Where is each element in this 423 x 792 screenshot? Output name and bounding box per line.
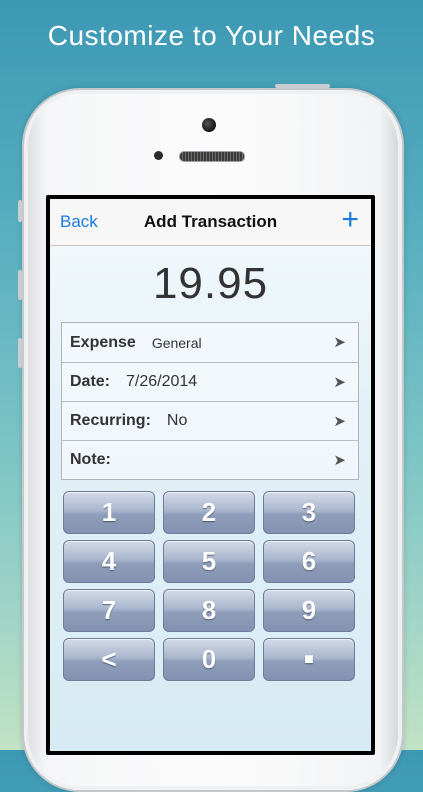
key-3[interactable]: 3 [263,491,355,534]
decimal-key[interactable]: ■ [263,638,355,681]
key-7[interactable]: 7 [63,589,155,632]
amount-display: 19.95 [152,259,269,308]
key-9[interactable]: 9 [263,589,355,632]
expense-value: General [151,334,202,351]
date-row[interactable]: Date: 7/26/2014 ➤ [62,362,358,401]
date-value: 7/26/2014 [126,373,198,390]
recurring-row[interactable]: Recurring: No ➤ [62,401,358,440]
recurring-label: Recurring: [70,412,151,429]
note-row[interactable]: Note: ➤ [62,440,358,479]
volume-up-button [18,270,22,300]
transaction-form: Expense General ➤ Date: 7/26/2014 ➤ Recu… [61,322,359,480]
key-5[interactable]: 5 [163,540,255,583]
arrow-icon[interactable]: ➤ [333,333,346,351]
proximity-sensor [154,151,163,160]
key-2[interactable]: 2 [163,491,255,534]
headline: Customize to Your Needs [47,20,376,51]
key-0[interactable]: 0 [163,638,255,681]
arrow-icon[interactable]: ➤ [333,451,346,469]
backspace-key[interactable]: < [63,638,155,681]
earpiece-speaker [179,151,245,162]
key-1[interactable]: 1 [63,491,155,534]
key-8[interactable]: 8 [163,589,255,632]
page-title: Add Transaction [143,212,278,231]
volume-down-button [18,338,22,368]
phone-screen: Back Add Transaction + 19.95 Expense Gen… [46,195,375,755]
navigation-bar: Back Add Transaction + [50,199,371,246]
app-display: Back Add Transaction + 19.95 Expense Gen… [50,199,371,751]
note-label: Note: [70,451,111,468]
key-4[interactable]: 4 [63,540,155,583]
arrow-icon[interactable]: ➤ [333,412,346,430]
recurring-value: No [166,412,188,429]
arrow-icon[interactable]: ➤ [333,373,346,391]
mute-switch [18,200,22,222]
add-icon[interactable]: + [341,205,359,235]
expense-row[interactable]: Expense General ➤ [62,323,358,362]
numeric-keypad: 1 2 3 4 5 6 7 8 9 < 0 ■ [63,491,355,681]
key-6[interactable]: 6 [263,540,355,583]
date-label: Date: [70,373,111,390]
power-button [275,84,330,88]
expense-label: Expense [70,333,136,351]
front-camera [202,118,216,132]
